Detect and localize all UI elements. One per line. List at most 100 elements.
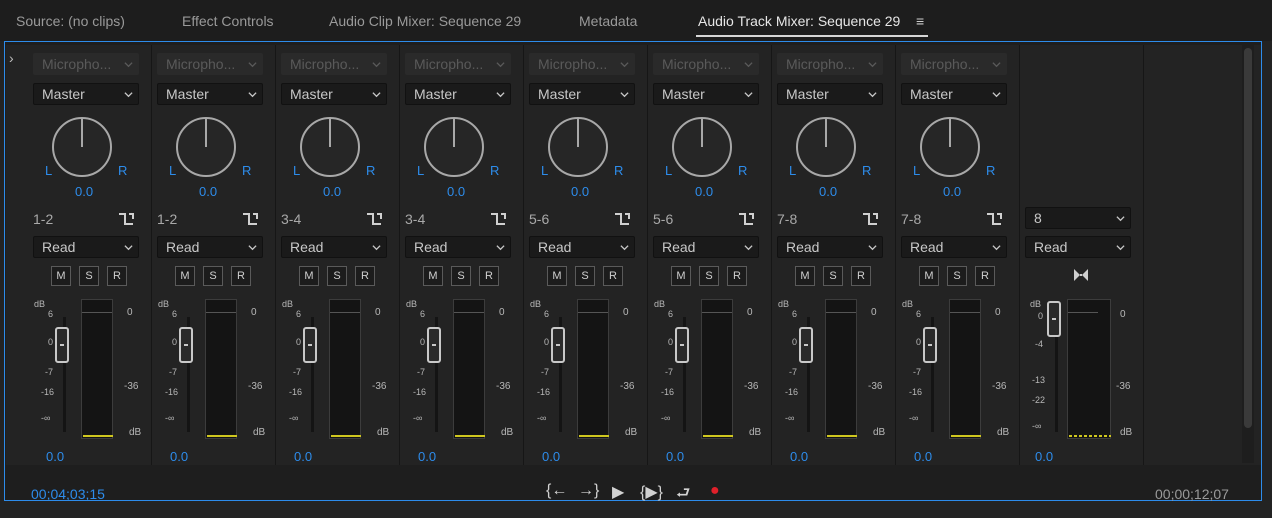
input-dropdown[interactable]: Micropho... — [653, 53, 759, 75]
pan-value[interactable]: 0.0 — [199, 184, 217, 199]
volume-value[interactable]: 0.0 — [542, 449, 560, 464]
input-dropdown[interactable]: Micropho... — [529, 53, 635, 75]
send-routing-icon[interactable] — [118, 212, 134, 226]
input-dropdown[interactable]: Micropho... — [405, 53, 511, 75]
automation-mode-dropdown[interactable]: Read — [777, 236, 883, 258]
solo-button[interactable]: S — [79, 266, 99, 286]
output-dropdown[interactable]: Master — [901, 83, 1007, 105]
pan-value[interactable]: 0.0 — [75, 184, 93, 199]
volume-value[interactable]: 0.0 — [294, 449, 312, 464]
input-dropdown[interactable]: Micropho... — [157, 53, 263, 75]
solo-button[interactable]: S — [947, 266, 967, 286]
tab-effect-controls[interactable]: Effect Controls — [182, 13, 274, 29]
play-in-to-out-button[interactable]: {▶} — [640, 482, 663, 502]
pan-value[interactable]: 0.0 — [571, 184, 589, 199]
volume-value[interactable]: 0.0 — [46, 449, 64, 464]
tab-source[interactable]: Source: (no clips) — [16, 13, 125, 29]
loop-button[interactable]: ⮐ — [676, 482, 690, 509]
input-dropdown[interactable]: Micropho... — [33, 53, 139, 75]
mute-button[interactable]: M — [51, 266, 71, 286]
volume-fader[interactable] — [179, 327, 193, 363]
pan-value[interactable]: 0.0 — [447, 184, 465, 199]
record-button[interactable]: ● — [710, 482, 720, 500]
automation-mode-dropdown[interactable]: Read — [901, 236, 1007, 258]
send-routing-icon[interactable] — [490, 212, 506, 226]
tab-audio-clip-mixer[interactable]: Audio Clip Mixer: Sequence 29 — [329, 13, 521, 29]
expand-effects-icon[interactable]: › — [9, 50, 14, 66]
mute-button[interactable]: M — [547, 266, 567, 286]
volume-fader[interactable] — [551, 327, 565, 363]
pan-value[interactable]: 0.0 — [323, 184, 341, 199]
pan-knob[interactable] — [672, 117, 732, 177]
mute-button[interactable]: M — [919, 266, 939, 286]
input-dropdown[interactable]: Micropho... — [281, 53, 387, 75]
panel-menu-icon[interactable]: ≡ — [916, 13, 924, 29]
volume-value[interactable]: 0.0 — [170, 449, 188, 464]
mute-button[interactable]: M — [175, 266, 195, 286]
record-enable-button[interactable]: R — [975, 266, 995, 286]
output-dropdown[interactable]: Master — [777, 83, 883, 105]
pan-knob[interactable] — [920, 117, 980, 177]
send-routing-icon[interactable] — [614, 212, 630, 226]
link-faders-icon[interactable] — [1072, 266, 1090, 284]
send-routing-icon[interactable] — [366, 212, 382, 226]
volume-value[interactable]: 0.0 — [666, 449, 684, 464]
automation-mode-dropdown[interactable]: Read — [405, 236, 511, 258]
pan-value[interactable]: 0.0 — [819, 184, 837, 199]
output-dropdown[interactable]: Master — [653, 83, 759, 105]
volume-fader[interactable] — [799, 327, 813, 363]
automation-mode-dropdown[interactable]: Read — [529, 236, 635, 258]
tab-audio-track-mixer[interactable]: Audio Track Mixer: Sequence 29 — [698, 13, 900, 29]
output-dropdown[interactable]: Master — [529, 83, 635, 105]
mute-button[interactable]: M — [795, 266, 815, 286]
pan-knob[interactable] — [176, 117, 236, 177]
go-to-in-button[interactable]: {← — [546, 482, 567, 500]
record-enable-button[interactable]: R — [727, 266, 747, 286]
solo-button[interactable]: S — [327, 266, 347, 286]
volume-value[interactable]: 0.0 — [790, 449, 808, 464]
record-enable-button[interactable]: R — [603, 266, 623, 286]
current-timecode[interactable]: 00;04;03;15 — [31, 486, 105, 502]
send-routing-icon[interactable] — [242, 212, 258, 226]
mute-button[interactable]: M — [423, 266, 443, 286]
mute-button[interactable]: M — [299, 266, 319, 286]
pan-value[interactable]: 0.0 — [943, 184, 961, 199]
scrollbar-thumb[interactable] — [1244, 48, 1252, 428]
solo-button[interactable]: S — [203, 266, 223, 286]
solo-button[interactable]: S — [699, 266, 719, 286]
record-enable-button[interactable]: R — [355, 266, 375, 286]
record-enable-button[interactable]: R — [851, 266, 871, 286]
volume-value[interactable]: 0.0 — [418, 449, 436, 464]
master-output-dropdown[interactable]: 8 — [1025, 207, 1131, 229]
record-enable-button[interactable]: R — [107, 266, 127, 286]
record-enable-button[interactable]: R — [231, 266, 251, 286]
send-routing-icon[interactable] — [738, 212, 754, 226]
go-to-out-button[interactable]: →} — [578, 482, 599, 500]
master-volume-fader[interactable] — [1047, 301, 1061, 337]
input-dropdown[interactable]: Micropho... — [777, 53, 883, 75]
volume-fader[interactable] — [427, 327, 441, 363]
volume-fader[interactable] — [923, 327, 937, 363]
output-dropdown[interactable]: Master — [405, 83, 511, 105]
volume-fader[interactable] — [675, 327, 689, 363]
tab-metadata[interactable]: Metadata — [579, 13, 637, 29]
automation-mode-dropdown[interactable]: Read — [33, 236, 139, 258]
automation-mode-dropdown[interactable]: Read — [281, 236, 387, 258]
master-automation-dropdown[interactable]: Read — [1025, 236, 1131, 258]
send-routing-icon[interactable] — [862, 212, 878, 226]
master-volume-value[interactable]: 0.0 — [1035, 449, 1053, 464]
send-routing-icon[interactable] — [986, 212, 1002, 226]
volume-value[interactable]: 0.0 — [914, 449, 932, 464]
solo-button[interactable]: S — [451, 266, 471, 286]
pan-knob[interactable] — [796, 117, 856, 177]
pan-knob[interactable] — [300, 117, 360, 177]
pan-value[interactable]: 0.0 — [695, 184, 713, 199]
volume-fader[interactable] — [303, 327, 317, 363]
play-button[interactable]: ▶ — [612, 482, 624, 502]
pan-knob[interactable] — [424, 117, 484, 177]
mute-button[interactable]: M — [671, 266, 691, 286]
automation-mode-dropdown[interactable]: Read — [653, 236, 759, 258]
record-enable-button[interactable]: R — [479, 266, 499, 286]
output-dropdown[interactable]: Master — [33, 83, 139, 105]
solo-button[interactable]: S — [823, 266, 843, 286]
